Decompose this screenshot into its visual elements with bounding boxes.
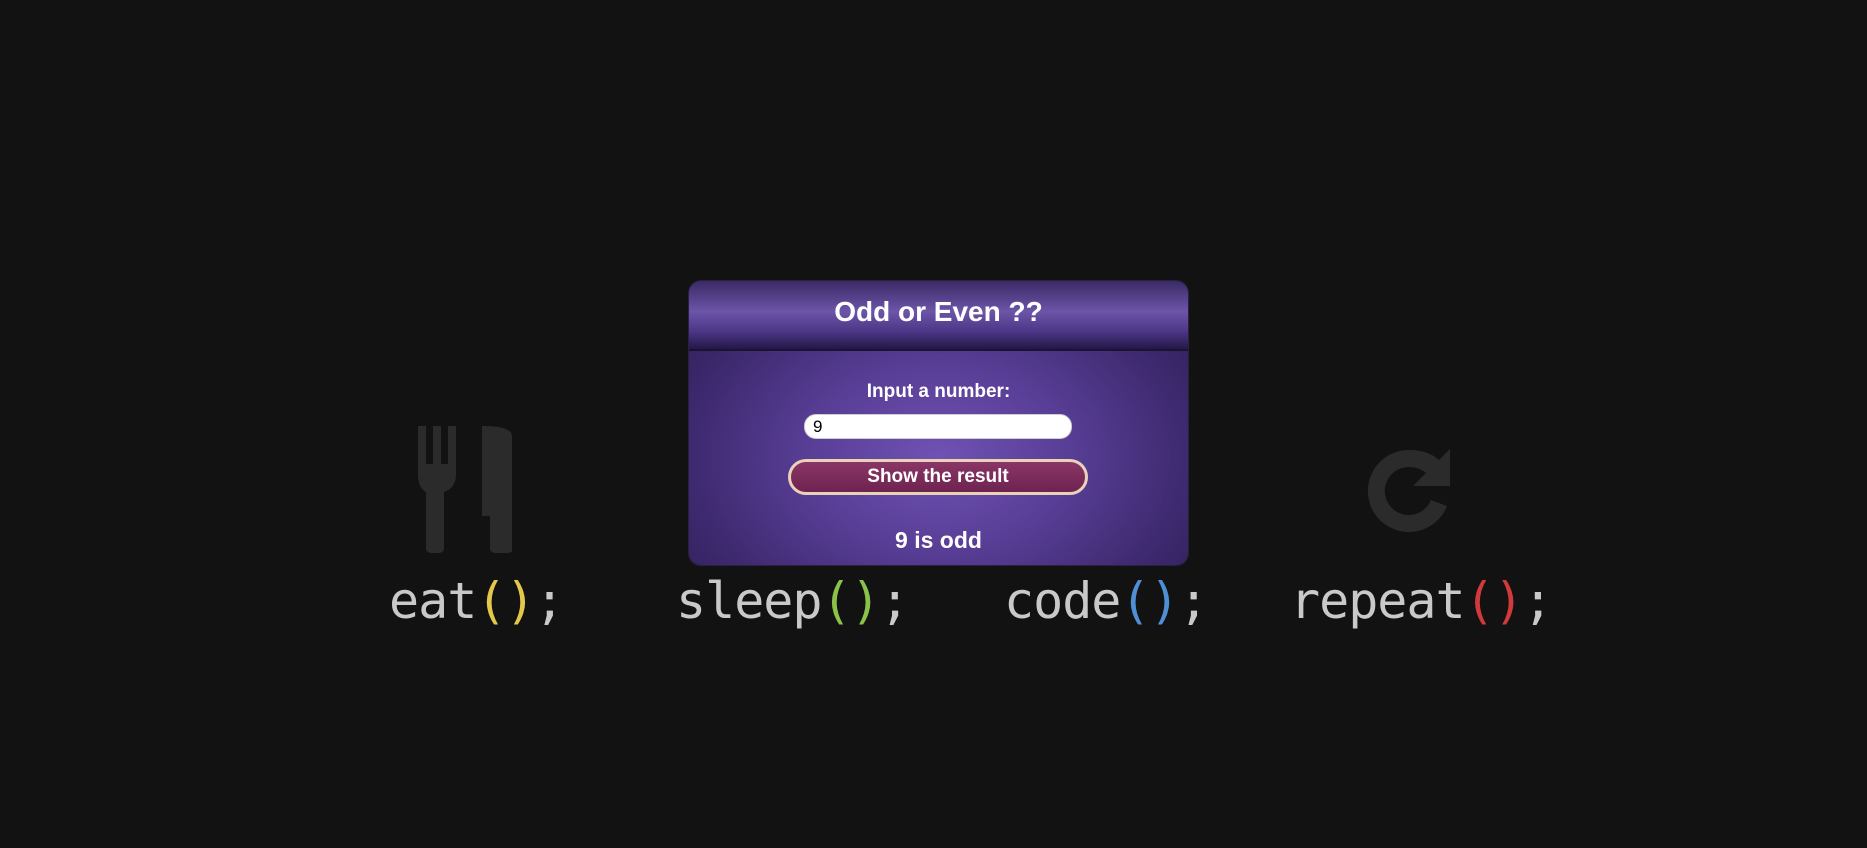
repeat-icon — [1367, 449, 1450, 532]
wallpaper-word-sleep: sleep(); — [676, 571, 910, 631]
word-text: eat — [389, 572, 477, 630]
paren-green: () — [821, 572, 881, 630]
wallpaper-word-code: code(); — [1004, 571, 1209, 631]
utensils-icon — [418, 426, 512, 553]
show-result-button[interactable]: Show the result — [788, 459, 1088, 495]
paren-red: () — [1464, 572, 1524, 630]
paren-blue: () — [1120, 572, 1179, 630]
semicolon: ; — [534, 572, 565, 630]
word-text: sleep — [676, 572, 823, 630]
word-text: repeat — [1290, 572, 1466, 630]
card-title: Odd or Even ?? — [834, 296, 1043, 327]
result-text: 9 is odd — [895, 527, 982, 553]
wallpaper-word-eat: eat(); — [389, 571, 565, 631]
number-input-label: Input a number: — [866, 381, 1011, 402]
number-input[interactable] — [804, 414, 1072, 439]
paren-yellow: () — [476, 572, 535, 630]
page: eat(); sleep(); code(); repeat(); Odd or… — [0, 0, 1867, 848]
wallpaper-word-repeat: repeat(); — [1290, 571, 1553, 631]
semicolon: ; — [1522, 572, 1553, 630]
word-text: code — [1004, 572, 1121, 630]
odd-even-card: Odd or Even ?? Input a number: Show the … — [689, 281, 1188, 565]
semicolon: ; — [879, 572, 910, 630]
semicolon: ; — [1178, 572, 1209, 630]
